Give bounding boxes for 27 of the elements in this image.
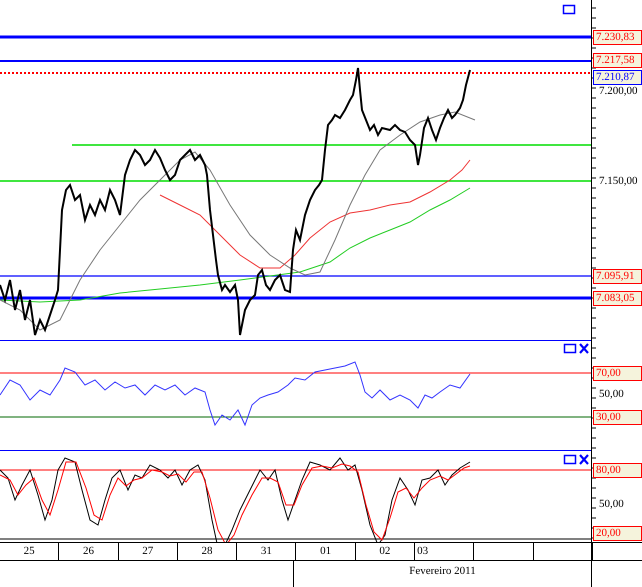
axis-label: 7.150,00: [599, 174, 638, 188]
maximize-icon[interactable]: [564, 344, 576, 354]
level-tag: 80,00: [593, 463, 642, 478]
price-tag: 7.210,87: [593, 70, 642, 85]
axis-label: 7.200,00: [599, 84, 638, 98]
date-label: 02: [356, 543, 416, 560]
level-tag: 70,00: [593, 366, 642, 381]
date-label: 26: [59, 543, 119, 560]
maximize-icon[interactable]: [562, 4, 576, 14]
date-label: 25: [0, 543, 60, 560]
axis-label: 50,00: [599, 387, 624, 401]
level-tag: 20,00: [593, 526, 642, 541]
month-label: Fevereiro 2011: [294, 561, 592, 587]
date-label: 28: [178, 543, 238, 560]
price-tag: 7.230,83: [593, 30, 642, 45]
price-tag: 7.083,05: [593, 291, 642, 306]
date-label: 31: [237, 543, 296, 560]
date-label: 03: [415, 543, 474, 560]
axis-label: 50,00: [599, 497, 624, 511]
maximize-icon[interactable]: [564, 454, 576, 464]
price-tag: 7.095,91: [593, 269, 642, 284]
date-label: 27: [118, 543, 178, 560]
close-icon[interactable]: [579, 343, 589, 354]
close-icon[interactable]: [579, 454, 589, 465]
date-label: 01: [296, 543, 356, 560]
price-tag: 7.217,58: [593, 53, 642, 68]
level-tag: 30,00: [593, 410, 642, 425]
